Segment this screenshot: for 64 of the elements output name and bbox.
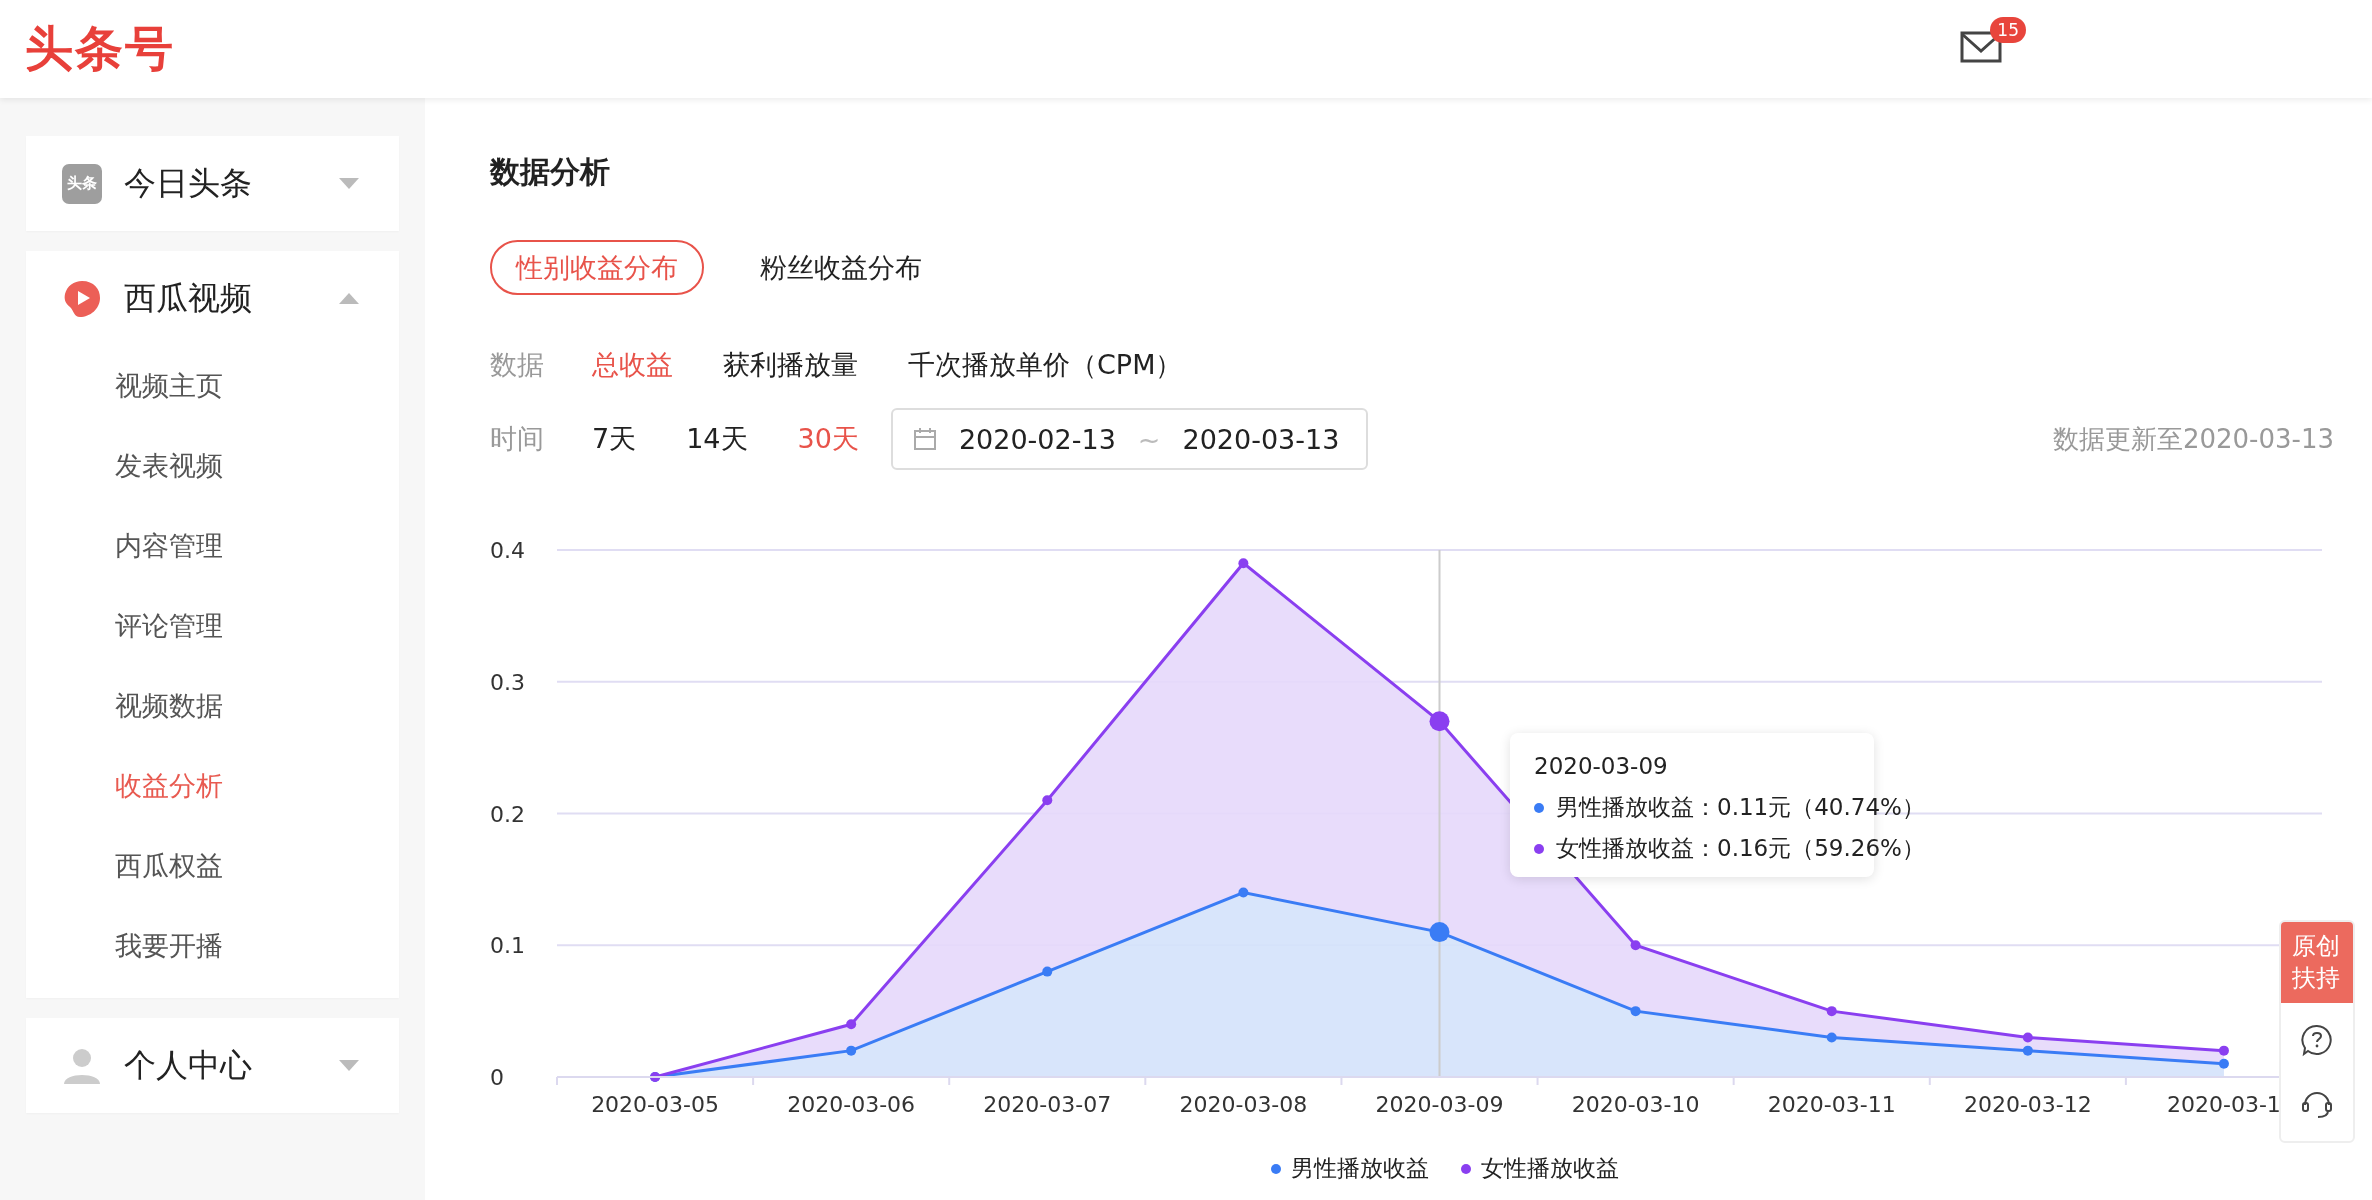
axis-tick-label: 0 bbox=[490, 1065, 504, 1090]
sidebar-group-title[interactable]: 今日头条 bbox=[124, 161, 317, 206]
data-point bbox=[1042, 795, 1053, 806]
filter-option[interactable]: 千次播放单价（CPM） bbox=[908, 347, 1183, 383]
filter-option[interactable]: 总收益 bbox=[592, 347, 673, 383]
tooltip-value: 男性播放收益：0.11元（40.74%） bbox=[1556, 793, 1925, 822]
axis-tick-label: 0.1 bbox=[490, 933, 525, 959]
data-point bbox=[1429, 922, 1450, 943]
brand-logo[interactable]: 头条号 bbox=[25, 17, 175, 81]
data-point bbox=[1630, 1006, 1641, 1017]
tooltip-date: 2020-03-09 bbox=[1534, 753, 1669, 779]
data-point bbox=[1630, 940, 1641, 951]
tab[interactable]: 性别收益分布 bbox=[490, 240, 704, 295]
data-point bbox=[2022, 1045, 2033, 1056]
calendar-icon bbox=[912, 427, 937, 451]
data-point bbox=[2218, 1058, 2229, 1069]
play-logo-icon bbox=[62, 278, 102, 319]
filter-option[interactable]: 30天 bbox=[797, 421, 859, 457]
filter-label: 数据 bbox=[490, 348, 544, 382]
data-point bbox=[1042, 966, 1053, 977]
legend-item[interactable]: 男性播放收益 bbox=[1271, 1153, 1429, 1184]
sidebar-item[interactable]: 发表视频 bbox=[26, 426, 399, 506]
axis-tick-label: 0.4 bbox=[490, 538, 525, 563]
unread-count-badge: 15 bbox=[1990, 17, 2026, 43]
sidebar-item[interactable]: 我要开播 bbox=[26, 906, 399, 986]
data-point bbox=[2022, 1032, 2033, 1043]
sidebar-item[interactable]: 视频数据 bbox=[26, 666, 399, 746]
sidebar-item[interactable]: 视频主页 bbox=[26, 346, 399, 426]
tooltip-value: 女性播放收益：0.16元（59.26%） bbox=[1556, 834, 1925, 863]
app-logo-icon: 头条 bbox=[62, 163, 102, 204]
sidebar-item[interactable]: 西瓜权益 bbox=[26, 826, 399, 906]
tab[interactable]: 粉丝收益分布 bbox=[734, 240, 948, 295]
data-point bbox=[1238, 887, 1249, 898]
axis-tick-label: 2020-03-07 bbox=[983, 1092, 1112, 1117]
date-range-field[interactable]: 2020-02-13 ~ 2020-03-13 bbox=[890, 408, 1368, 470]
data-point bbox=[1429, 711, 1450, 732]
filter-option[interactable]: 14天 bbox=[686, 421, 748, 457]
data-point bbox=[1826, 1006, 1837, 1017]
sidebar-group-title[interactable]: 西瓜视频 bbox=[124, 276, 317, 321]
filter-option[interactable]: 获利播放量 bbox=[723, 347, 858, 383]
axis-tick-label: 2020-03-12 bbox=[1963, 1092, 2092, 1117]
data-point bbox=[1826, 1032, 1837, 1043]
axis-tick-label: 2020-03-1 bbox=[2167, 1092, 2281, 1117]
update-note: 数据更新至2020-03-13 bbox=[2052, 422, 2334, 456]
axis-tick-label: 0.2 bbox=[490, 801, 525, 827]
axis-tick-label: 2020-03-11 bbox=[1767, 1092, 1896, 1117]
help-icon[interactable] bbox=[2300, 1022, 2334, 1057]
sidebar-group-title[interactable]: 个人中心 bbox=[124, 1043, 317, 1088]
sidebar-item[interactable]: 内容管理 bbox=[26, 506, 399, 586]
filter-label: 时间 bbox=[490, 422, 544, 456]
legend-item[interactable]: 女性播放收益 bbox=[1461, 1153, 1619, 1184]
page-title: 数据分析 bbox=[490, 153, 611, 191]
axis-tick-label: 2020-03-06 bbox=[787, 1092, 916, 1117]
axis-tick-label: 2020-03-08 bbox=[1179, 1092, 1308, 1117]
data-point bbox=[846, 1019, 857, 1030]
axis-tick-label: 2020-03-10 bbox=[1571, 1092, 1700, 1117]
data-point bbox=[1238, 558, 1249, 569]
axis-tick-label: 2020-03-09 bbox=[1375, 1092, 1504, 1117]
filter-option[interactable]: 7天 bbox=[592, 421, 637, 457]
axis-tick-label: 0.3 bbox=[490, 669, 525, 695]
data-point bbox=[2218, 1045, 2229, 1056]
data-point bbox=[846, 1045, 857, 1056]
axis-tick-label: 2020-03-05 bbox=[591, 1092, 719, 1117]
sidebar-item[interactable]: 评论管理 bbox=[26, 586, 399, 666]
